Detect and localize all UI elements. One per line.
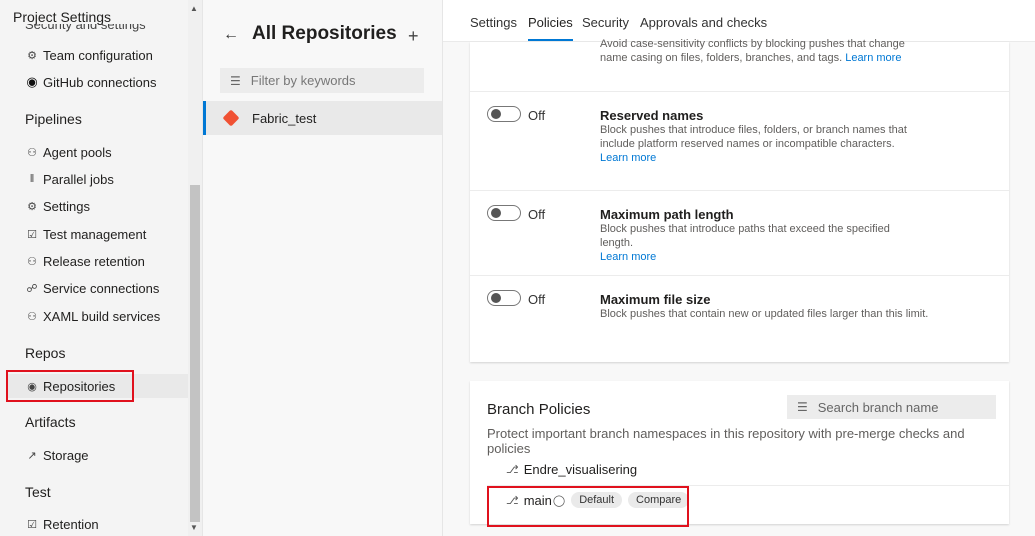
scrollbar-thumb[interactable] [190,185,200,522]
filter-icon: ☰ [797,400,808,414]
tab-settings[interactable]: Settings [470,15,517,30]
parallel-jobs-icon: ‖ [29,173,35,185]
repository-policies-card: Avoid case-sensitivity conflicts by bloc… [470,38,1009,362]
nav-section-test: Test [25,484,51,500]
nav-section-repos: Repos [25,345,66,361]
tab-policies[interactable]: Policies [528,15,573,41]
agent-pools-icon: ⚇ [27,146,37,159]
github-icon: ◉ [26,74,38,89]
scroll-down-icon[interactable]: ▼ [190,523,198,532]
highlight-box-main [487,486,689,527]
max-path-length-toggle[interactable] [487,205,521,221]
nav-item-github-connections[interactable]: ◉ GitHub connections [25,71,156,93]
policy-desc: Block pushes that contain new or updated… [600,308,929,320]
back-arrow-icon[interactable]: ← [223,26,239,44]
repo-item-fabric-test[interactable]: Fabric_test [203,101,442,135]
gear-icon: ⚙ [27,200,37,213]
repositories-heading: All Repositories [252,23,397,44]
nav-title: Project Settings [13,9,112,25]
test-management-icon: ☑ [27,228,37,241]
nav-item-team-configuration[interactable]: ⚙ Team configuration [25,44,153,66]
policy-maximum-path-length: Off Maximum path length Block pushes tha… [470,190,1009,275]
toggle-state: Off [528,292,546,307]
nav-item-retention[interactable]: ☑ Retention [25,513,99,535]
filter-icon: ☰ [230,73,241,88]
tab-bar: Settings Policies Security Approvals and… [443,0,1035,42]
policy-reserved-names: Off Reserved names Block pushes that int… [470,91,1009,190]
branch-policies-desc: Protect important branch namespaces in t… [487,426,965,456]
learn-more-link[interactable]: Learn more [600,152,656,164]
add-repository-icon[interactable]: + [408,26,419,47]
learn-more-link[interactable]: Learn more [600,251,656,263]
tab-security[interactable]: Security [582,15,629,30]
policy-desc: Block pushes that introduce paths that e… [600,223,890,263]
project-settings-nav: Project Settings Security and settings ⚙… [0,0,203,536]
nav-item-service-connections[interactable]: ☍ Service connections [25,277,159,299]
policy-title: Maximum path length [600,207,734,222]
nav-item-test-management[interactable]: ☑ Test management [25,223,146,245]
toggle-state: Off [528,108,546,123]
nav-item-cut: Security and settings [25,24,146,32]
filter-input[interactable]: ☰ Filter by keywords [220,68,424,93]
repositories-panel: ← All Repositories + ☰ Filter by keyword… [203,0,443,536]
nav-item-storage[interactable]: ↗ Storage [25,444,88,466]
policy-maximum-file-size: Off Maximum file size Block pushes that … [470,275,1009,362]
release-retention-icon: ⚇ [27,255,37,268]
scroll-up-icon[interactable]: ▲ [190,4,198,13]
nav-section-pipelines: Pipelines [25,111,82,127]
nav-scrollbar[interactable]: ▲ ▼ [188,0,202,536]
nav-item-agent-pools[interactable]: ⚇ Agent pools [25,141,112,163]
nav-item-settings[interactable]: ⚙ Settings [25,195,90,217]
highlight-box-repositories [6,370,134,402]
policy-title: Maximum file size [600,292,711,307]
retention-icon: ☑ [27,518,37,531]
branch-icon: ⎇ [506,464,519,476]
branch-row-endre-visualisering[interactable]: ⎇ Endre_visualisering [506,462,637,477]
storage-icon: ↗ [27,449,37,462]
branch-policies-card: Branch Policies ☰ Search branch name Pro… [470,381,1009,527]
tab-approvals-and-checks[interactable]: Approvals and checks [640,15,767,30]
main-content: Settings Policies Security Approvals and… [443,0,1035,536]
search-branch-input[interactable]: ☰ Search branch name [787,395,996,419]
branch-policies-heading: Branch Policies [487,401,591,418]
nav-item-parallel-jobs[interactable]: ‖ Parallel jobs [25,168,114,190]
git-repo-icon [222,109,240,127]
xaml-build-icon: ⚇ [27,310,37,323]
max-file-size-toggle[interactable] [487,290,521,306]
nav-section-artifacts: Artifacts [25,414,76,430]
nav-item-release-retention[interactable]: ⚇ Release retention [25,250,145,272]
nav-item-xaml-build-services[interactable]: ⚇ XAML build services [25,305,160,327]
toggle-state: Off [528,207,546,222]
learn-more-link[interactable]: Learn more [845,52,901,64]
team-config-icon: ⚙ [27,49,37,62]
reserved-names-toggle[interactable] [487,106,521,122]
case-enforcement-desc: Avoid case-sensitivity conflicts by bloc… [600,38,905,64]
policy-title: Reserved names [600,108,704,123]
service-connections-icon: ☍ [26,282,38,295]
policy-desc: Block pushes that introduce files, folde… [600,124,907,164]
